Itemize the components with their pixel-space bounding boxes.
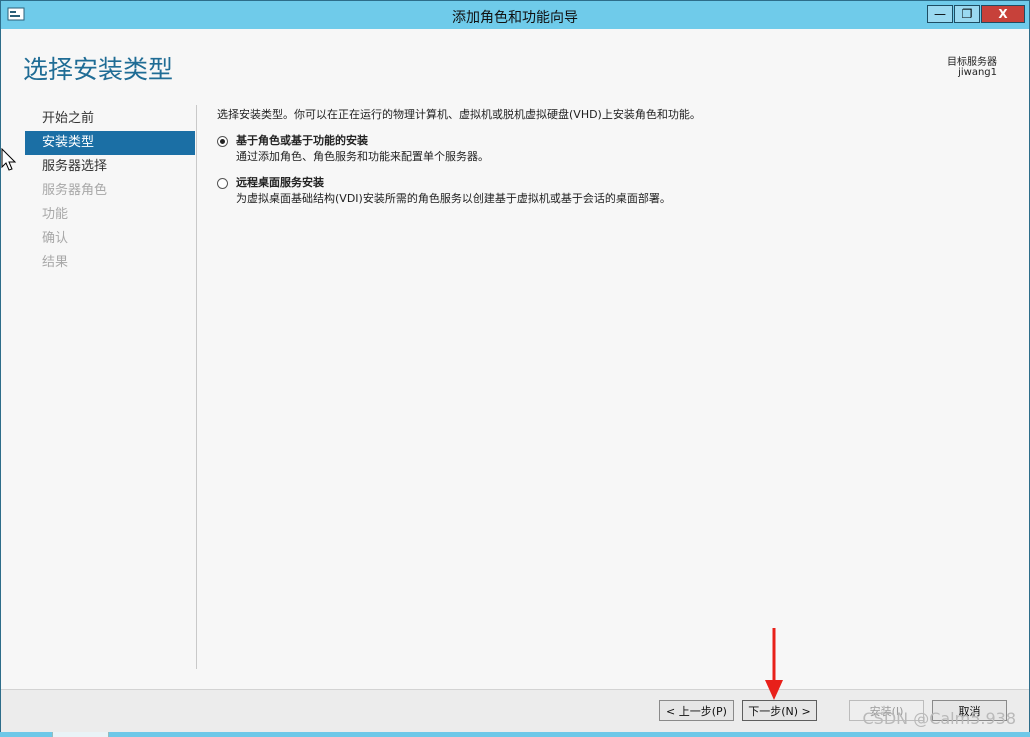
- close-icon: X: [998, 7, 1008, 21]
- wizard-window: 添加角色和功能向导 — ❐ X 选择安装类型 目标服务器 jiwang1 开始之…: [0, 0, 1030, 734]
- window-title: 添加角色和功能向导: [452, 10, 578, 26]
- restore-icon: ❐: [961, 7, 973, 21]
- next-button[interactable]: 下一步(N) >: [742, 700, 817, 721]
- red-arrow-annotation: [765, 628, 783, 700]
- close-button[interactable]: X: [981, 5, 1025, 23]
- intro-text: 选择安装类型。你可以在正在运行的物理计算机、虚拟机或脱机虚拟硬盘(VHD)上安装…: [217, 108, 701, 121]
- minimize-icon: —: [934, 7, 946, 21]
- minimize-button[interactable]: —: [927, 5, 953, 23]
- wizard-nav: 开始之前 安装类型 服务器选择 服务器角色 功能 确认 结果: [25, 107, 195, 275]
- title-bar[interactable]: 添加角色和功能向导 — ❐ X: [1, 1, 1029, 29]
- nav-item-before-you-begin[interactable]: 开始之前: [25, 107, 195, 131]
- taskbar: [0, 732, 1030, 737]
- nav-item-confirmation: 确认: [42, 231, 69, 246]
- option-description: 为虚拟桌面基础结构(VDI)安装所需的角色服务以创建基于虚拟机或基于会话的桌面部…: [236, 192, 671, 205]
- nav-item-server-roles: 服务器角色: [42, 183, 108, 198]
- nav-item-installation-type[interactable]: 安装类型: [25, 131, 195, 155]
- nav-item-results: 结果: [42, 255, 69, 270]
- radio-role-based[interactable]: [217, 136, 228, 147]
- destination-server-name: jiwang1: [958, 67, 997, 78]
- nav-divider: [196, 105, 197, 669]
- page-title: 选择安装类型: [23, 55, 174, 84]
- option-remote-desktop-install[interactable]: 远程桌面服务安装 为虚拟桌面基础结构(VDI)安装所需的角色服务以创建基于虚拟机…: [217, 175, 1007, 207]
- main-content: 选择安装类型。你可以在正在运行的物理计算机、虚拟机或脱机虚拟硬盘(VHD)上安装…: [217, 107, 1007, 207]
- nav-item-server-selection[interactable]: 服务器选择: [25, 155, 195, 179]
- maximize-button[interactable]: ❐: [954, 5, 980, 23]
- mouse-cursor-icon: [1, 148, 17, 171]
- previous-button[interactable]: < 上一步(P): [659, 700, 734, 721]
- destination-server-label: 目标服务器: [947, 57, 997, 68]
- watermark: CSDN @Calm5.938: [862, 709, 1016, 728]
- nav-item-features: 功能: [42, 207, 69, 222]
- radio-remote-desktop[interactable]: [217, 178, 228, 189]
- taskbar-item[interactable]: [52, 732, 109, 737]
- option-title: 基于角色或基于功能的安装: [236, 134, 368, 147]
- option-role-based-install[interactable]: 基于角色或基于功能的安装 通过添加角色、角色服务和功能来配置单个服务器。: [217, 133, 1007, 165]
- option-title: 远程桌面服务安装: [236, 176, 324, 189]
- option-description: 通过添加角色、角色服务和功能来配置单个服务器。: [236, 150, 489, 163]
